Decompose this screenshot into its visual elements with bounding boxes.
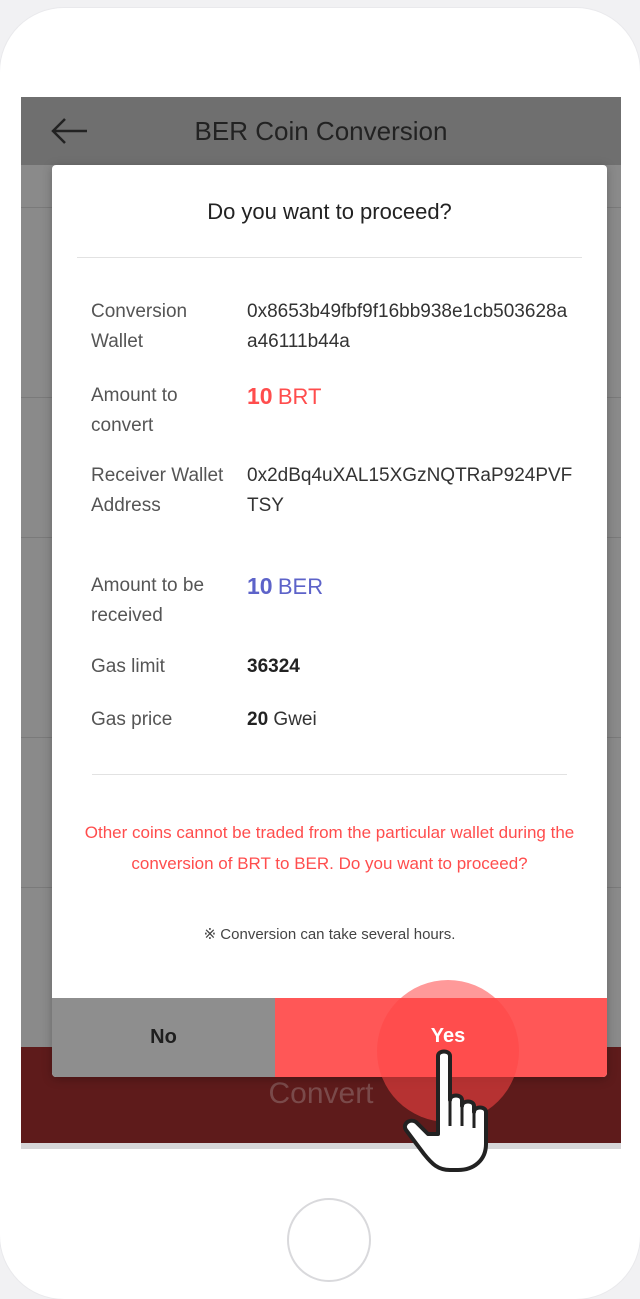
screen-bottom-edge [21, 1143, 621, 1149]
receiver-wallet-label: Receiver Wallet Address [91, 465, 224, 516]
dialog-divider-top [77, 257, 582, 258]
gas-price-label: Gas price [91, 709, 173, 730]
gas-price-number: 20 [247, 709, 269, 730]
conversion-wallet-value: 0x8653b49fbf9f16bb938e1cb503628aa46111b4… [247, 301, 568, 352]
dialog-divider-bottom [92, 774, 567, 775]
gas-price-unit: Gwei [273, 709, 317, 730]
gas-limit-label: Gas limit [91, 656, 165, 677]
amount-received-label: Amount to be received [91, 575, 205, 626]
hand-pointer-icon [403, 1049, 488, 1172]
amount-to-convert-unit: BRT [277, 384, 322, 409]
page-title: BER Coin Conversion [194, 116, 448, 146]
dialog-title: Do you want to proceed? [207, 199, 452, 224]
amount-received-value: 10 BER [247, 571, 577, 604]
gas-price-value: 20 Gwei [247, 705, 577, 735]
amount-received-number: 10 [247, 573, 273, 599]
amount-to-convert-number: 10 [247, 383, 273, 409]
duration-note: ※ Conversion can take several hours. [203, 926, 456, 943]
home-button[interactable] [287, 1198, 371, 1282]
warning-text: Other coins cannot be traded from the pa… [84, 823, 575, 873]
no-button[interactable]: No [52, 998, 275, 1077]
amount-received-unit: BER [277, 574, 324, 599]
conversion-wallet-label: Conversion Wallet [91, 301, 188, 352]
confirm-dialog: Do you want to proceed? Conversion Walle… [52, 165, 607, 1077]
app-bar: BER Coin Conversion [21, 97, 621, 165]
receiver-wallet-value: 0x2dBq4uXAL15XGzNQTRaP924PVFTSY [247, 465, 573, 516]
amount-to-convert-label: Amount to convert [91, 385, 178, 436]
gas-limit-value: 36324 [247, 656, 300, 677]
amount-to-convert-value: 10 BRT [247, 381, 577, 414]
